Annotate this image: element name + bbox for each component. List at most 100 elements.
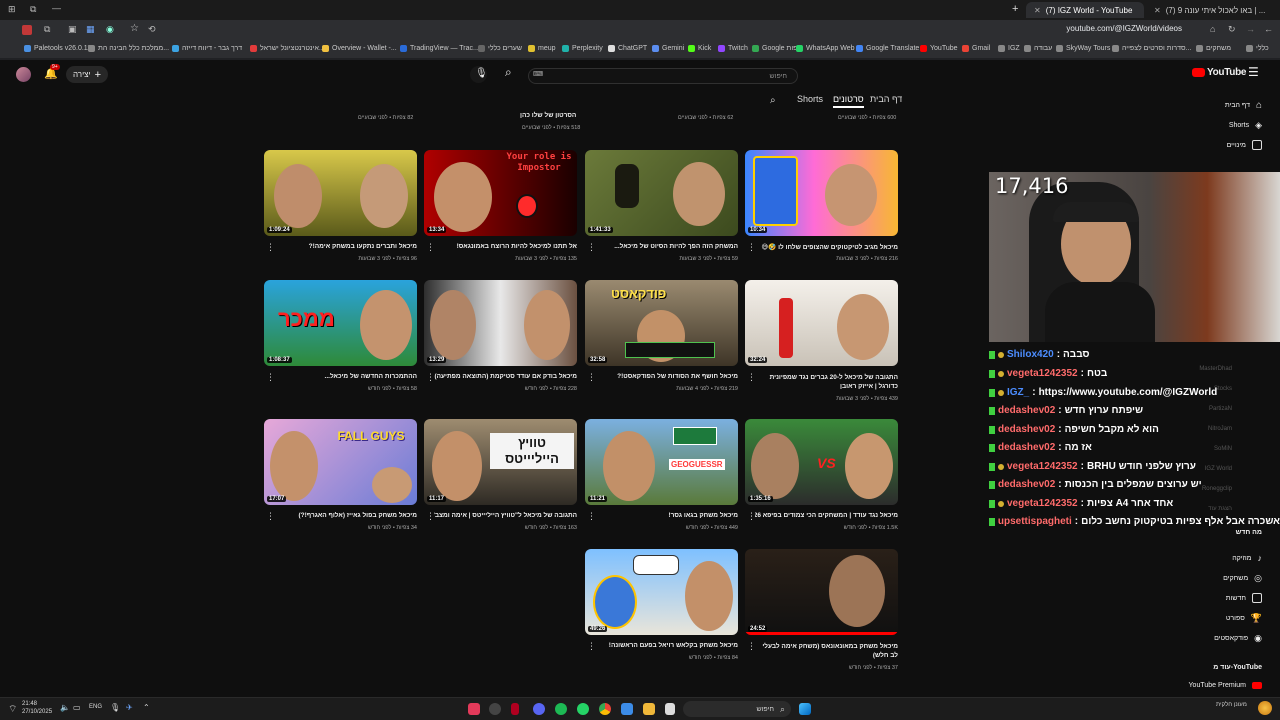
video-thumbnail[interactable]: 1:09:24 (264, 150, 417, 236)
bookmark-item[interactable]: עבודה (1024, 45, 1052, 52)
sidebar-item-subscriptions[interactable]: מינויים (1227, 140, 1262, 150)
tab-cooking-show[interactable]: ✕ (7) באו לאכול איתי עונה 9 | ... (1146, 2, 1276, 18)
minimize-icon[interactable]: — (52, 3, 61, 13)
bookmark-item[interactable]: Kick (688, 45, 711, 52)
bookmark-item[interactable]: ממלכת כלל הבינה הת... (88, 45, 169, 52)
video-title[interactable]: התגובה של מיכאל ל-20 גברים נגד שמפיונית … (755, 373, 898, 391)
close-icon[interactable]: ✕ (1154, 6, 1161, 15)
window-menu-icon[interactable]: ⊞ (8, 4, 16, 15)
battery-icon[interactable]: ▭ (73, 703, 81, 712)
keyboard-icon[interactable]: ⌨ (533, 70, 543, 78)
bookmark-item[interactable]: כללי (1246, 45, 1269, 52)
video-title[interactable]: ההתמכרות החדשה של מיכאל... (274, 373, 417, 380)
volume-icon[interactable]: 🔈 (60, 703, 70, 712)
video-title[interactable]: מיכאל משחק בגאו גסר! (595, 512, 738, 519)
task-view-icon[interactable] (665, 703, 675, 715)
microphone-icon[interactable]: 🎙 (110, 703, 120, 712)
avatar[interactable] (16, 67, 31, 82)
video-thumbnail[interactable]: 32:24 (745, 280, 898, 366)
video-title[interactable]: מיכאל משחק בקלאש רויאל בפעם הראשונה! (595, 642, 738, 649)
sidebar-toggle-icon[interactable]: ▣ (68, 24, 77, 35)
video-title[interactable]: המשחק הזה הפך להיות הסיוט של מיכאל... (595, 243, 738, 250)
video-title[interactable]: מיכאל נגד עודד | המשחקים הכי צמודים בפיפ… (755, 512, 898, 519)
video-thumbnail[interactable]: 10:34 (745, 150, 898, 236)
video-title[interactable]: מיכאל משחק במאונאונאס (משחק אימה לבעלי ל… (755, 642, 898, 660)
video-thumbnail[interactable]: FALL GUYS 17:07 (264, 419, 417, 505)
video-title[interactable]: התגובה של מיכאל ל"טוויץ הייליייטס | אימה… (434, 512, 577, 519)
spotify-app-icon[interactable] (555, 703, 567, 715)
sidebar-item-home[interactable]: דף הבית ⌂ (1225, 100, 1262, 111)
file-explorer-icon[interactable] (643, 703, 655, 715)
forward-icon[interactable]: → (1246, 24, 1255, 34)
refresh-icon[interactable]: ⟲ (148, 24, 156, 35)
bookmark-item[interactable]: meup (528, 45, 556, 52)
channel-search-icon[interactable]: ⌕ (770, 95, 776, 106)
taskbar-search[interactable]: חיפוש ⌕ (683, 701, 791, 717)
bookmark-item[interactable]: Google Translate (856, 45, 919, 52)
telegram-tray-icon[interactable]: ✈ (126, 703, 133, 712)
app-icon-red[interactable] (511, 703, 519, 715)
tab-igz-world[interactable]: ✕ (7) IGZ World - YouTube (1026, 2, 1144, 18)
tiktok-live-app-icon[interactable] (468, 703, 480, 715)
bookmark-item[interactable]: שערים כללי (478, 45, 522, 52)
video-thumbnail[interactable]: Your role is Impostor 13:34 (424, 150, 577, 236)
home-icon[interactable]: ⌂ (1210, 24, 1215, 34)
search-icon[interactable]: ⌕ (505, 65, 512, 80)
video-title[interactable]: מיכאל בודק אם עודד סטיקמת (התוצאה מפתיעה… (434, 373, 577, 380)
bookmark-item[interactable]: TradingView — Trac... (400, 45, 479, 52)
video-thumbnail[interactable]: 13:29 (424, 280, 577, 366)
url-field[interactable]: youtube.com/@IGZWorld/videos (1066, 24, 1182, 33)
tab-home[interactable]: דף הבית (870, 94, 902, 104)
bookmark-item[interactable]: WhatsApp Web (796, 45, 855, 52)
sidebar-item-premium[interactable]: YouTube Premium (1189, 682, 1262, 689)
collections-icon[interactable]: ▦ (86, 24, 95, 35)
reload-icon[interactable]: ↻ (1228, 24, 1236, 35)
chrome-app-icon[interactable] (599, 703, 611, 715)
sidebar-item-sports[interactable]: ספורט 🏆 (1226, 613, 1262, 624)
bookmark-item[interactable]: Perplexity (562, 45, 603, 52)
video-thumbnail[interactable]: 24:52 (745, 549, 898, 635)
video-thumbnail[interactable]: VS 1:35:16 (745, 419, 898, 505)
discord-app-icon[interactable] (533, 703, 545, 715)
voice-search-button[interactable]: 🎙 (470, 66, 488, 83)
search-input[interactable]: חיפוש (528, 68, 798, 84)
wifi-icon[interactable]: ⌔ (8, 703, 17, 716)
extension-icon[interactable]: ⧉ (44, 24, 50, 35)
bookmark-item[interactable]: אינטרנטציונל ישראל... (250, 45, 325, 52)
bookmark-item[interactable]: ChatGPT (608, 45, 647, 52)
copilot-icon[interactable]: ◉ (106, 24, 114, 35)
new-tab-icon[interactable]: + (1012, 3, 1018, 15)
youtube-logo[interactable]: YouTube (1192, 67, 1247, 78)
bookmark-item[interactable]: Gmail (962, 45, 990, 52)
bookmark-item[interactable]: Twitch (718, 45, 748, 52)
tab-shorts[interactable]: Shorts (797, 94, 823, 104)
bookmark-item[interactable]: סדרות וסרטים לצפייה... (1112, 45, 1191, 52)
video-title[interactable]: מיכאל חושף את הסודות של הפודקאסט!? (595, 373, 738, 380)
bookmark-item[interactable]: Overview - Wallet -... (322, 45, 397, 52)
weather-widget[interactable]: מעונן חלקית (1216, 701, 1247, 709)
bookmark-item[interactable]: משחקים (1196, 45, 1231, 52)
video-thumbnail[interactable]: GEOGUESSR 11:21 (585, 419, 738, 505)
video-thumbnail[interactable]: ממכר 1:08:37 (264, 280, 417, 366)
bookmark-item[interactable]: Gemini (652, 45, 684, 52)
clock[interactable]: 21:48 27/10/2025 (22, 700, 52, 716)
hamburger-menu-icon[interactable]: ☰ (1248, 65, 1259, 79)
obs-app-icon[interactable] (489, 703, 501, 715)
sidebar-item-music[interactable]: מוזיקה ♪ (1232, 553, 1262, 563)
video-title[interactable]: אל תתנו למיכאל להיות הרוצח באמונגאס! (434, 243, 577, 250)
bookmark-item[interactable]: דרך גבר - דיווח דייזה (172, 45, 242, 52)
whatsapp-app-icon[interactable] (577, 703, 589, 715)
profile-icon[interactable] (22, 25, 32, 35)
video-thumbnail[interactable]: פודקאסט 32:58 (585, 280, 738, 366)
language-indicator[interactable]: ENG (89, 704, 102, 710)
video-thumbnail[interactable]: 1:41:33 (585, 150, 738, 236)
back-icon[interactable]: ← (1264, 24, 1273, 34)
favorite-star-icon[interactable]: ☆ (130, 23, 139, 34)
video-thumbnail[interactable]: 49:26 (585, 549, 738, 635)
bookmark-item[interactable]: IGZ (998, 45, 1020, 52)
bookmark-item[interactable]: Paletools v26.0.11 (24, 45, 91, 52)
windows-start-icon[interactable] (799, 703, 811, 715)
sidebar-item-shorts[interactable]: Shorts ◈ (1229, 120, 1262, 131)
close-icon[interactable]: ✕ (1034, 6, 1041, 15)
video-title[interactable]: מיכאל ותברים נתקעו במשחק אימה!? (274, 243, 417, 250)
